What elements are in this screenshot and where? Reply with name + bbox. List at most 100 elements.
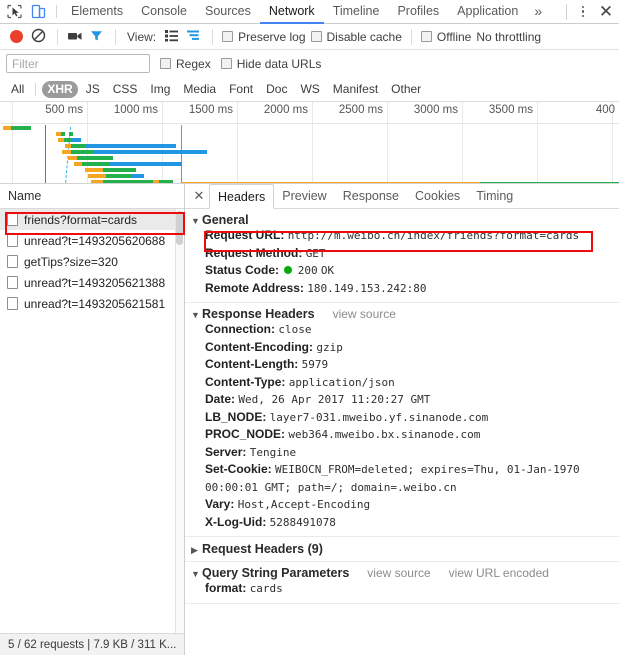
tab-timeline[interactable]: Timeline — [324, 0, 389, 24]
header-row: X-Log-Uid: 5288491078 — [185, 514, 619, 532]
devtools-tabbar: Elements Console Sources Network Timelin… — [0, 0, 619, 24]
requests-scrollbar-thumb[interactable] — [176, 211, 183, 245]
triangle-down-icon[interactable]: ▼ — [191, 569, 200, 579]
overview-bar — [71, 138, 81, 142]
preserve-log-box[interactable] — [222, 31, 234, 42]
tab-console[interactable]: Console — [132, 0, 196, 24]
type-filter-all[interactable]: All — [6, 81, 29, 98]
ruler-tick-1500: 1500 ms — [188, 104, 233, 116]
triangle-down-icon[interactable]: ▼ — [191, 216, 200, 226]
type-filter-doc[interactable]: Doc — [261, 81, 292, 98]
filter-funnel-icon[interactable] — [89, 28, 106, 45]
overview-bar — [71, 150, 93, 154]
devtools-tabs: Elements Console Sources Network Timelin… — [62, 0, 549, 24]
tab-sources[interactable]: Sources — [196, 0, 260, 24]
request-headers-title: Request Headers (9) — [202, 542, 323, 556]
requests-scrollbar[interactable] — [175, 209, 184, 633]
header-key: Date: — [205, 392, 236, 406]
type-filter-media[interactable]: Media — [178, 81, 221, 98]
tab-cookies[interactable]: Cookies — [407, 184, 468, 208]
tab-headers[interactable]: Headers — [209, 184, 275, 209]
query-param-row: format: cards — [185, 580, 619, 598]
header-key: Vary: — [205, 497, 235, 511]
device-toolbar-icon[interactable] — [30, 3, 47, 20]
ruler-tick-500: 500 ms — [45, 104, 83, 116]
ruler-tick-2000: 2000 ms — [263, 104, 308, 116]
offline-label: Offline — [436, 29, 472, 44]
request-name: unread?t=1493205621388 — [24, 275, 166, 290]
overview-bar — [71, 144, 85, 148]
request-url-key: Request URL: — [205, 228, 285, 242]
header-row: Set-Cookie: WEIBOCN_FROM=deleted; expire… — [185, 461, 619, 496]
overview-bar — [85, 168, 103, 172]
disable-cache-box[interactable] — [310, 31, 322, 42]
tab-preview[interactable]: Preview — [274, 184, 334, 208]
throttling-select[interactable]: No throttling — [476, 30, 541, 44]
type-filter-img[interactable]: Img — [145, 81, 175, 98]
offline-box[interactable] — [420, 31, 432, 42]
response-view-source-link[interactable]: view source — [333, 307, 396, 321]
request-method-key: Request Method: — [205, 245, 303, 260]
triangle-down-icon[interactable]: ▼ — [191, 310, 200, 320]
tab-application[interactable]: Application — [448, 0, 527, 24]
tab-elements[interactable]: Elements — [62, 0, 132, 24]
response-headers-header[interactable]: ▼ Response Headers view source — [185, 307, 619, 321]
type-filter-js[interactable]: JS — [81, 81, 105, 98]
tab-profiles[interactable]: Profiles — [388, 0, 448, 24]
tabbar-right-controls: ✕ — [560, 0, 619, 23]
response-headers-title: Response Headers — [202, 307, 315, 321]
tab-response[interactable]: Response — [335, 184, 407, 208]
offline-checkbox[interactable]: Offline — [420, 29, 472, 44]
list-view-icon[interactable] — [164, 28, 181, 45]
disable-cache-checkbox[interactable]: Disable cache — [310, 30, 402, 44]
triangle-right-icon[interactable]: ▶ — [191, 545, 199, 556]
query-string-header[interactable]: ▼ Query String Parameters view source vie… — [185, 566, 619, 580]
list-item[interactable]: unread?t=1493205621388 — [0, 272, 184, 293]
type-filter-other[interactable]: Other — [386, 81, 426, 98]
general-header[interactable]: ▼ General — [185, 213, 619, 227]
list-item[interactable]: unread?t=1493205620688 — [0, 230, 184, 251]
type-filter-manifest[interactable]: Manifest — [328, 81, 383, 98]
type-filter-css[interactable]: CSS — [108, 81, 143, 98]
network-overview[interactable]: 500 ms 1000 ms 1500 ms 2000 ms 2500 ms 3… — [0, 102, 619, 184]
hide-data-urls-box[interactable] — [220, 58, 232, 69]
list-item[interactable]: friends?format=cards — [0, 209, 184, 230]
query-param-value: cards — [249, 582, 283, 595]
filter-input[interactable] — [6, 54, 150, 73]
general-status-code: Status Code: 200 OK — [185, 262, 619, 280]
query-string-title: Query String Parameters — [202, 566, 350, 580]
general-remote-address: Remote Address: 180.149.153.242:80 — [185, 280, 619, 298]
type-filter-ws[interactable]: WS — [295, 81, 324, 98]
waterfall-view-icon[interactable] — [186, 28, 203, 45]
query-view-source-link[interactable]: view source — [367, 566, 430, 580]
screenshot-camera-icon[interactable] — [67, 28, 84, 45]
query-view-url-encoded-link[interactable]: view URL encoded — [449, 566, 549, 580]
inspect-cursor-icon[interactable] — [6, 3, 23, 20]
overview-bar — [93, 150, 207, 154]
hide-data-urls-checkbox[interactable]: Hide data URLs — [220, 57, 321, 71]
section-request-headers[interactable]: ▶ Request Headers (9) — [185, 537, 619, 562]
header-row: Content-Length: 5979 — [185, 356, 619, 374]
list-item[interactable]: unread?t=1493205621581 — [0, 293, 184, 314]
details-tabbar: ✕ Headers Preview Response Cookies Timin… — [185, 184, 619, 209]
tab-timing[interactable]: Timing — [468, 184, 521, 208]
list-item[interactable]: getTips?size=320 — [0, 251, 184, 272]
tab-network[interactable]: Network — [259, 0, 324, 24]
regex-box[interactable] — [160, 58, 171, 69]
close-details-icon[interactable]: ✕ — [189, 184, 209, 208]
regex-checkbox[interactable]: Regex — [160, 57, 211, 71]
overview-bar — [182, 182, 480, 183]
details-pane: ✕ Headers Preview Response Cookies Timin… — [185, 184, 619, 655]
type-filter-xhr[interactable]: XHR — [42, 80, 78, 98]
preserve-log-label: Preserve log — [238, 29, 306, 44]
close-devtools-icon[interactable]: ✕ — [593, 2, 619, 22]
document-icon — [7, 213, 18, 226]
section-response-headers: ▼ Response Headers view source Connection… — [185, 303, 619, 537]
more-tabs-button[interactable]: » — [527, 0, 549, 24]
requests-column-header[interactable]: Name — [0, 184, 184, 209]
type-filter-font[interactable]: Font — [224, 81, 258, 98]
clear-button-icon[interactable] — [31, 28, 48, 45]
record-button-icon[interactable] — [10, 30, 23, 43]
devtools-menu-icon[interactable] — [573, 5, 593, 18]
preserve-log-checkbox[interactable]: Preserve log — [222, 29, 306, 44]
